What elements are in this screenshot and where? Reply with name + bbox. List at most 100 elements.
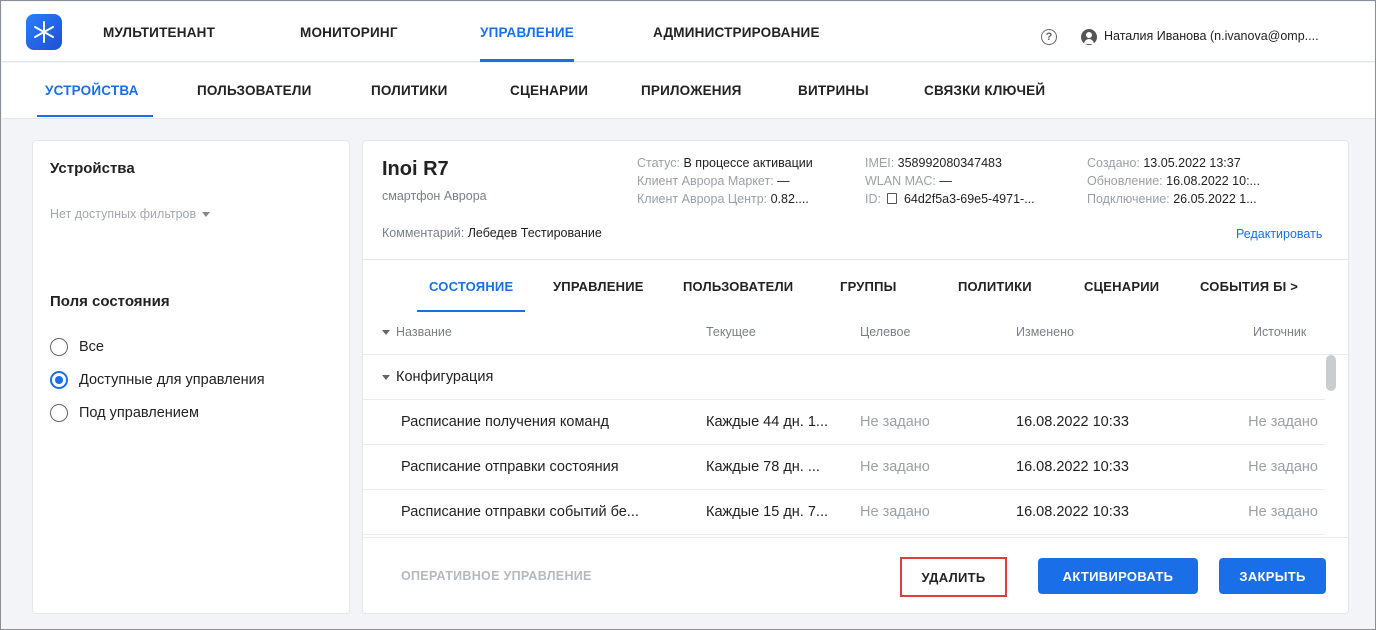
delete-button[interactable]: УДАЛИТЬ — [900, 557, 1007, 597]
tab-groups[interactable]: ГРУППЫ — [840, 260, 897, 312]
tab-events[interactable]: СОБЫТИЯ БІ > — [1200, 260, 1298, 312]
filters-dropdown-label: Нет доступных фильтров — [50, 207, 197, 221]
tab-scenarios[interactable]: СЦЕНАРИИ — [1084, 260, 1159, 312]
radio-label: Доступные для управления — [79, 372, 265, 388]
status-fields-title: Поля состояния — [50, 293, 170, 310]
device-market-client: Клиент Аврора Маркет: — — [637, 172, 867, 190]
radio-label: Под управлением — [79, 405, 199, 421]
device-wlan-mac: WLAN MAC: — — [865, 172, 1085, 190]
device-imei: IMEI: 358992080347483 — [865, 154, 1085, 172]
imei-label: IMEI: — [865, 156, 895, 170]
app-logo-icon[interactable] — [26, 14, 62, 50]
sub-tab-applications[interactable]: ПРИЛОЖЕНИЯ — [641, 63, 742, 117]
cell-changed: 16.08.2022 10:33 — [1016, 504, 1129, 520]
updated-label: Обновление: — [1087, 174, 1163, 188]
cell-current: Каждые 44 дн. 1... — [706, 414, 829, 430]
tab-users[interactable]: ПОЛЬЗОВАТЕЛИ — [683, 260, 793, 312]
sub-tab-users[interactable]: ПОЛЬЗОВАТЕЛИ — [197, 63, 311, 117]
top-nav-management[interactable]: УПРАВЛЕНИЕ — [480, 2, 575, 62]
device-name: Inoi R7 — [382, 158, 449, 180]
sub-tab-policies[interactable]: ПОЛИТИКИ — [371, 63, 448, 117]
top-nav-monitoring[interactable]: МОНИТОРИНГ — [300, 2, 398, 62]
cell-name: Расписание отправки состояния — [401, 459, 619, 475]
column-header-name[interactable]: Название — [382, 325, 452, 339]
status-label: Статус: — [637, 156, 680, 170]
center-label: Клиент Аврора Центр: — [637, 192, 768, 206]
sub-tab-scenarios[interactable]: СЦЕНАРИИ — [510, 63, 588, 117]
scrollbar-thumb[interactable] — [1326, 355, 1336, 391]
filter-panel-title: Устройства — [50, 160, 135, 177]
radio-circle-icon[interactable] — [50, 404, 68, 422]
created-label: Создано: — [1087, 156, 1140, 170]
sort-down-icon — [382, 330, 390, 336]
column-header-changed: Изменено — [1016, 325, 1074, 339]
cell-changed: 16.08.2022 10:33 — [1016, 414, 1129, 430]
top-bar: МУЛЬТИТЕНАНТ МОНИТОРИНГ УПРАВЛЕНИЕ АДМИН… — [2, 2, 1375, 62]
radio-circle-icon[interactable] — [50, 338, 68, 356]
copy-icon[interactable] — [887, 193, 898, 204]
id-label: ID: — [865, 192, 881, 206]
device-connected: Подключение: 26.05.2022 1... — [1087, 190, 1317, 208]
connected-label: Подключение: — [1087, 192, 1170, 206]
collapse-icon[interactable] — [382, 374, 390, 380]
cell-target: Не задано — [860, 414, 930, 430]
tab-management[interactable]: УПРАВЛЕНИЕ — [553, 260, 644, 312]
cell-target: Не задано — [860, 459, 930, 475]
cell-name: Расписание получения команд — [401, 414, 609, 430]
table-row[interactable]: Расписание отправки событий бе... Каждые… — [363, 491, 1325, 535]
updated-value: 16.08.2022 10:... — [1166, 174, 1260, 188]
device-created: Создано: 13.05.2022 13:37 — [1087, 154, 1317, 172]
cell-source: Не задано — [1248, 504, 1318, 520]
market-label: Клиент Аврора Маркет: — [637, 174, 774, 188]
cell-current: Каждые 15 дн. 7... — [706, 504, 829, 520]
device-updated: Обновление: 16.08.2022 10:... — [1087, 172, 1317, 190]
chevron-down-icon — [202, 211, 211, 217]
comment-value: Лебедев Тестирование — [467, 226, 602, 240]
table-row[interactable]: Расписание получения команд Каждые 44 дн… — [363, 401, 1325, 445]
user-avatar-icon[interactable] — [1081, 29, 1097, 45]
radio-all[interactable]: Все — [50, 338, 104, 356]
sub-tab-storefronts[interactable]: ВИТРИНЫ — [798, 63, 869, 117]
group-row-configuration[interactable]: Конфигурация — [363, 356, 1325, 400]
radio-checked-icon[interactable] — [50, 371, 68, 389]
id-value: 64d2f5a3-69e5-4971-... — [903, 192, 1035, 206]
device-status: Статус: В процессе активации — [637, 154, 867, 172]
group-name: Конфигурация — [396, 369, 494, 385]
device-comment: Комментарий: Лебедев Тестирование — [382, 226, 602, 240]
edit-link[interactable]: Редактировать — [1236, 227, 1322, 241]
operative-management-button[interactable]: ОПЕРАТИВНОЕ УПРАВЛЕНИЕ — [401, 569, 592, 583]
cell-target: Не задано — [860, 504, 930, 520]
top-nav-multitenant[interactable]: МУЛЬТИТЕНАНТ — [103, 2, 215, 62]
comment-label: Комментарий: — [382, 226, 465, 240]
column-header-current: Текущее — [706, 325, 756, 339]
imei-value: 358992080347483 — [897, 156, 1002, 170]
header-name-label: Название — [396, 325, 452, 339]
cell-current: Каждые 78 дн. ... — [706, 459, 820, 475]
action-footer: ОПЕРАТИВНОЕ УПРАВЛЕНИЕ УДАЛИТЬ АКТИВИРОВ… — [363, 537, 1348, 613]
filter-panel: Устройства Нет доступных фильтров Поля с… — [32, 140, 350, 614]
sub-tab-devices[interactable]: УСТРОЙСТВА — [37, 63, 153, 117]
top-nav-administration[interactable]: АДМИНИСТРИРОВАНИЕ — [653, 2, 820, 62]
status-value: В процессе активации — [683, 156, 813, 170]
activate-button[interactable]: АКТИВИРОВАТЬ — [1038, 558, 1198, 594]
device-details-panel: Inoi R7 смартфон Аврора Комментарий: Леб… — [362, 140, 1349, 614]
column-header-target: Целевое — [860, 325, 911, 339]
sub-tabs-bar: УСТРОЙСТВА ПОЛЬЗОВАТЕЛИ ПОЛИТИКИ СЦЕНАРИ… — [2, 63, 1375, 119]
wlan-value: — — [939, 174, 952, 188]
tab-state[interactable]: СОСТОЯНИЕ — [416, 260, 526, 312]
table-row[interactable]: Расписание отправки состояния Каждые 78 … — [363, 446, 1325, 490]
user-name[interactable]: Наталия Иванова (n.ivanova@omp.... — [1104, 29, 1319, 43]
help-icon[interactable]: ? — [1041, 29, 1057, 45]
cell-source: Не задано — [1248, 459, 1318, 475]
market-value: — — [777, 174, 790, 188]
sub-tab-keychains[interactable]: СВЯЗКИ КЛЮЧЕЙ — [924, 63, 1045, 117]
radio-available-for-management[interactable]: Доступные для управления — [50, 371, 265, 389]
created-value: 13.05.2022 13:37 — [1143, 156, 1241, 170]
column-header-source: Источник — [1253, 325, 1307, 339]
close-button[interactable]: ЗАКРЫТЬ — [1219, 558, 1326, 594]
radio-under-management[interactable]: Под управлением — [50, 404, 199, 422]
device-tabs: СОСТОЯНИЕ УПРАВЛЕНИЕ ПОЛЬЗОВАТЕЛИ ГРУППЫ… — [363, 259, 1348, 312]
filters-dropdown[interactable]: Нет доступных фильтров — [50, 207, 211, 221]
device-center-client: Клиент Аврора Центр: 0.82.... — [637, 190, 867, 208]
tab-policies[interactable]: ПОЛИТИКИ — [958, 260, 1032, 312]
